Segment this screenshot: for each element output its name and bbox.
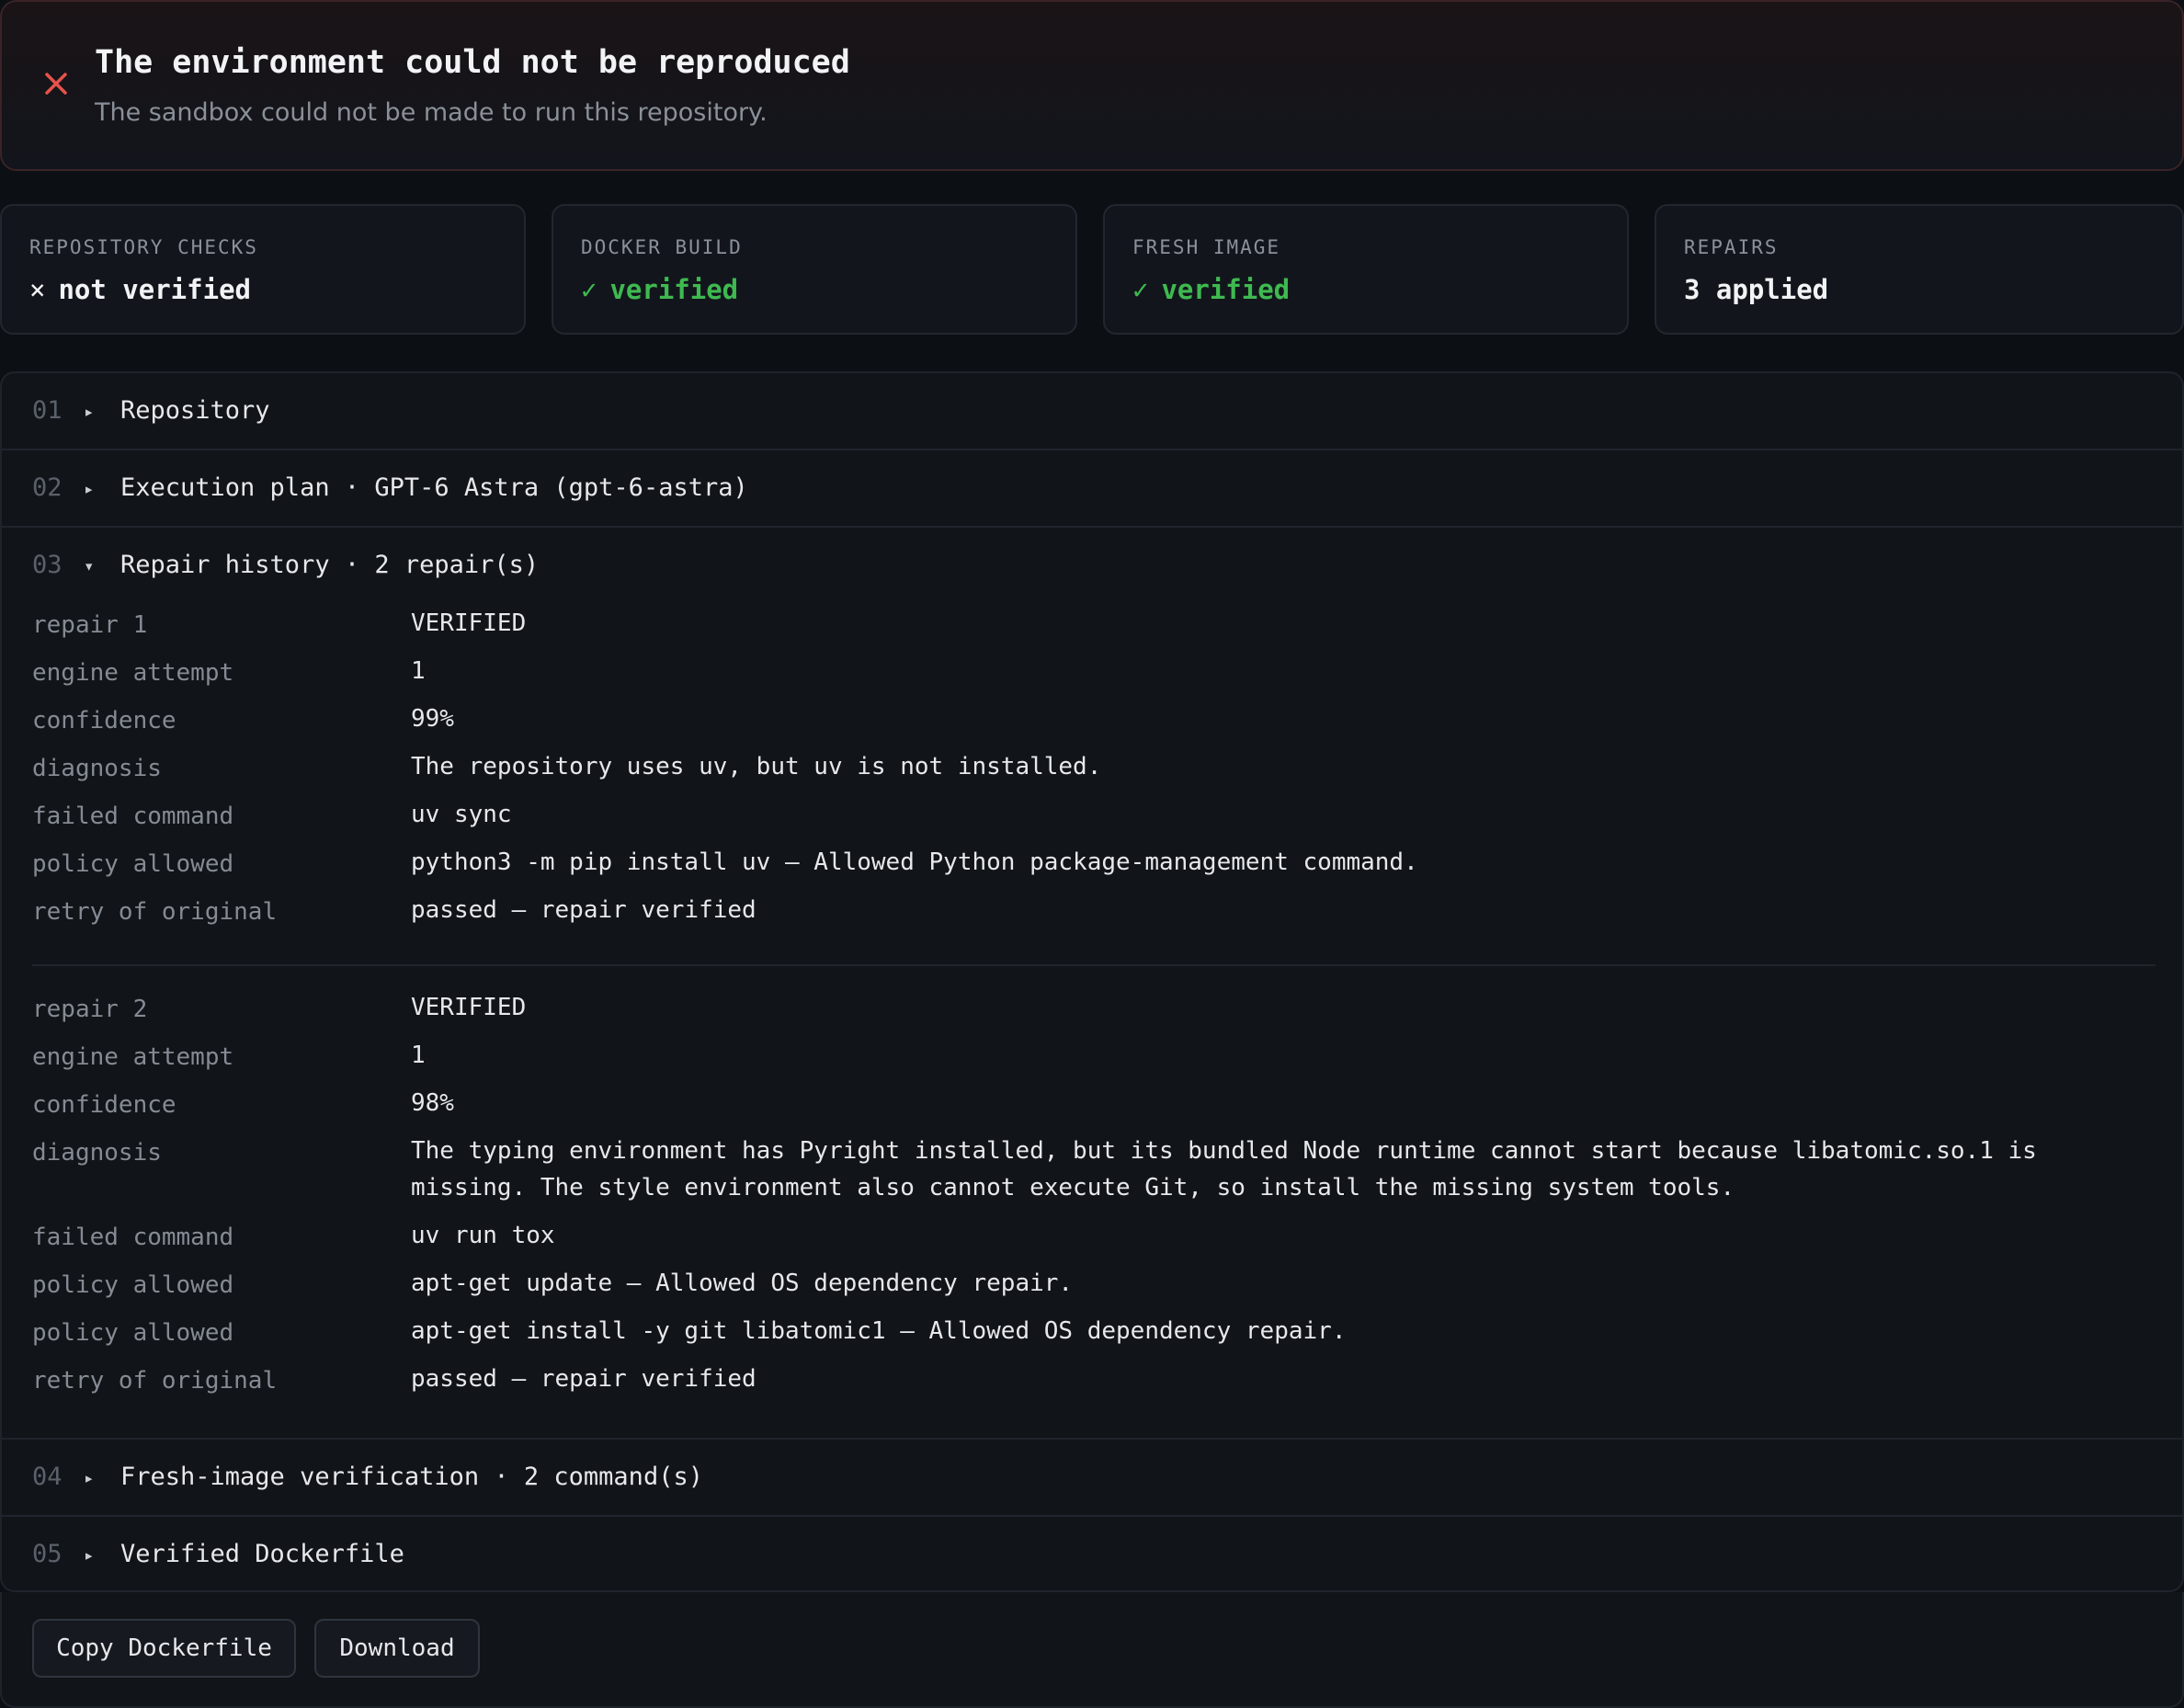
field-value: apt-get update — Allowed OS dependency r… — [411, 1270, 1074, 1297]
check-icon: ✓ — [1132, 274, 1149, 305]
section-number: 05 — [32, 1540, 63, 1568]
field-value: apt-get install -y git libatomic1 — Allo… — [411, 1317, 1347, 1345]
sections-panel: 01 ▸ Repository 02 ▸ Execution plan · GP… — [0, 371, 2184, 1592]
field-value: uv run tox — [411, 1222, 555, 1249]
field-value: passed — repair verified — [411, 1365, 756, 1393]
caret-right-icon: ▸ — [84, 479, 95, 499]
field-value: 1 — [411, 1042, 426, 1069]
field-label: engine attempt — [32, 1043, 234, 1071]
action-bar: Copy Dockerfile Download — [0, 1592, 2184, 1708]
field-label: repair 2 — [32, 996, 148, 1023]
section-fresh-image-verification[interactable]: 04 ▸ Fresh-image verification · 2 comman… — [2, 1440, 2182, 1515]
status-card-value: × not verified — [29, 274, 251, 305]
status-card-label: DOCKER BUILD — [581, 236, 743, 258]
section-title: Repair history · 2 repair(s) — [120, 551, 540, 579]
field-label: failed command — [32, 803, 234, 830]
field-value: VERIFIED — [411, 609, 527, 637]
cross-icon: × — [29, 274, 46, 305]
status-card-repository-checks: REPOSITORY CHECKS × not verified — [0, 204, 526, 335]
close-icon — [45, 73, 67, 95]
field-label: diagnosis — [32, 755, 162, 782]
section-repository[interactable]: 01 ▸ Repository — [2, 373, 2182, 449]
field-label: failed command — [32, 1224, 234, 1251]
section-title: Fresh-image verification · 2 command(s) — [120, 1463, 703, 1491]
field-label: policy allowed — [32, 1319, 234, 1347]
field-label: retry of original — [32, 1367, 278, 1395]
status-card-label: REPAIRS — [1684, 236, 1779, 258]
status-card-value: ✓ verified — [581, 274, 739, 305]
field-label: repair 1 — [32, 611, 148, 639]
status-card-fresh-image: FRESH IMAGE ✓ verified — [1103, 204, 1629, 335]
section-title: Verified Dockerfile — [120, 1540, 404, 1568]
status-card-docker-build: DOCKER BUILD ✓ verified — [552, 204, 1077, 335]
field-label: engine attempt — [32, 659, 234, 687]
section-number: 04 — [32, 1463, 63, 1491]
field-value: VERIFIED — [411, 994, 527, 1021]
section-title: Repository — [120, 396, 270, 425]
status-card-repairs: REPAIRS 3 applied — [1655, 204, 2184, 335]
field-value: python3 -m pip install uv — Allowed Pyth… — [411, 848, 1418, 876]
section-number: 03 — [32, 551, 63, 579]
field-label: confidence — [32, 1091, 176, 1119]
download-button[interactable]: Download — [314, 1619, 480, 1678]
section-number: 02 — [32, 473, 63, 502]
section-title: Execution plan · GPT-6 Astra (gpt-6-astr… — [120, 473, 748, 502]
copy-dockerfile-button[interactable]: Copy Dockerfile — [32, 1619, 296, 1678]
section-number: 01 — [32, 396, 63, 425]
caret-right-icon: ▸ — [84, 1545, 95, 1566]
caret-down-icon: ▾ — [84, 556, 95, 576]
status-card-label: FRESH IMAGE — [1132, 236, 1281, 258]
field-label: diagnosis — [32, 1139, 162, 1167]
status-card-label: REPOSITORY CHECKS — [29, 236, 258, 258]
banner-title: The environment could not be reproduced — [95, 44, 850, 81]
field-value: 98% — [411, 1089, 454, 1117]
section-repair-history[interactable]: 03 ▾ Repair history · 2 repair(s) — [2, 528, 2182, 603]
field-label: confidence — [32, 707, 176, 734]
section-verified-dockerfile[interactable]: 05 ▸ Verified Dockerfile — [2, 1517, 2182, 1590]
field-value: The typing environment has Pyright insta… — [411, 1137, 2037, 1201]
status-card-value: ✓ verified — [1132, 274, 1291, 305]
status-card-value: 3 applied — [1684, 274, 1829, 305]
error-banner: The environment could not be reproduced … — [0, 0, 2184, 171]
field-value: uv sync — [411, 801, 512, 828]
check-icon: ✓ — [581, 274, 597, 305]
field-label: policy allowed — [32, 850, 234, 878]
caret-right-icon: ▸ — [84, 402, 95, 422]
section-execution-plan[interactable]: 02 ▸ Execution plan · GPT-6 Astra (gpt-6… — [2, 450, 2182, 526]
field-value: passed — repair verified — [411, 896, 756, 924]
banner-subtitle: The sandbox could not be made to run thi… — [95, 98, 768, 127]
field-value: 99% — [411, 705, 454, 733]
field-label: retry of original — [32, 898, 278, 926]
divider — [32, 964, 2156, 966]
field-label: policy allowed — [32, 1271, 234, 1299]
caret-right-icon: ▸ — [84, 1468, 95, 1488]
field-value: 1 — [411, 657, 426, 685]
field-value: The repository uses uv, but uv is not in… — [411, 753, 1102, 780]
